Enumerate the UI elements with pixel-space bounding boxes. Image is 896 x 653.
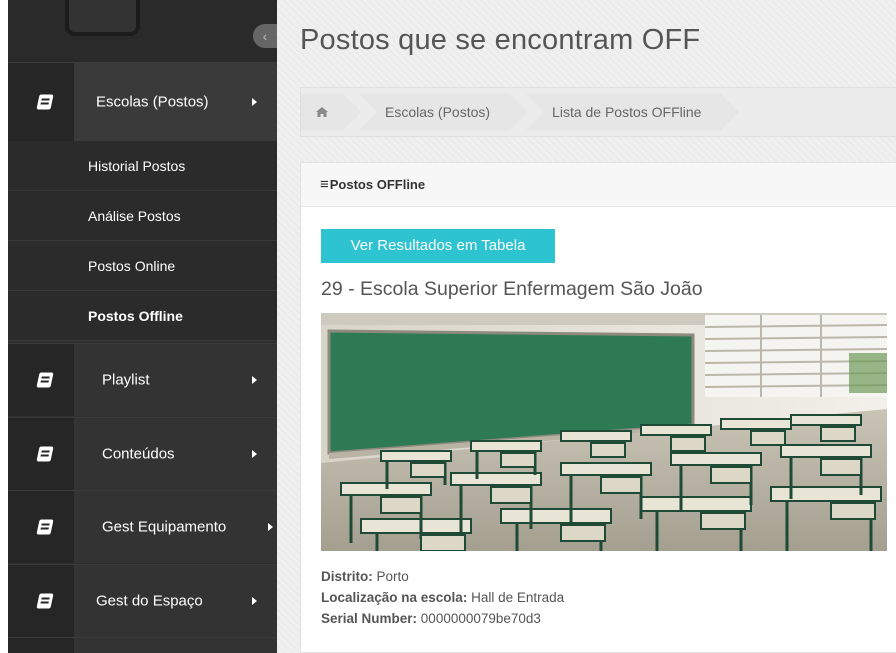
- sidebar-subitem-analise[interactable]: Análise Postos: [8, 191, 277, 241]
- menu-bars-icon: ≡: [320, 176, 329, 193]
- sidebar-subitem-online[interactable]: Postos Online: [8, 241, 277, 291]
- submenu-escolas: Historial Postos Análise Postos Postos O…: [8, 141, 277, 341]
- sidebar-item-label: Gest Equipamento: [102, 518, 227, 536]
- chevron-right-icon: [252, 376, 257, 384]
- breadcrumb: Escolas (Postos) Lista de Postos OFFline: [300, 87, 896, 137]
- book-icon: [36, 446, 54, 462]
- chevron-right-icon: [268, 523, 273, 531]
- panel-header-title: Postos OFFline: [329, 177, 426, 192]
- sidebar-item-label: Gest do Espaço: [96, 592, 203, 610]
- info-localizacao: Localização na escola: Hall de Entrada: [321, 590, 565, 605]
- book-icon: [36, 593, 54, 609]
- chevron-right-icon: [252, 450, 257, 458]
- sidebar-item-label: Playlist: [102, 371, 150, 389]
- sidebar-item-conteudos[interactable]: Conteúdos: [8, 417, 277, 490]
- breadcrumb-escolas[interactable]: Escolas (Postos): [359, 94, 529, 130]
- logo: [65, 0, 140, 36]
- sidebar-item-gest-espaco[interactable]: Gest do Espaço: [8, 564, 277, 637]
- sidebar-item-escolas[interactable]: Escolas (Postos): [8, 62, 277, 141]
- sidebar-item-label: Escolas (Postos): [96, 93, 209, 111]
- breadcrumb-lista-offline[interactable]: Lista de Postos OFFline: [526, 94, 740, 130]
- sidebar: ‹ Escolas (Postos) Historial Postos Anál…: [8, 0, 277, 653]
- panel-postos-offline: ≡Postos OFFline Ver Resultados em Tabela…: [300, 162, 896, 653]
- page-title: Postos que se encontram OFF: [300, 24, 701, 56]
- sidebar-item-playlist[interactable]: Playlist: [8, 343, 277, 416]
- book-icon: [36, 372, 54, 388]
- view-table-button[interactable]: Ver Resultados em Tabela: [321, 229, 555, 263]
- info-distrito: Distrito: Porto: [321, 569, 409, 584]
- chevron-left-icon[interactable]: ‹: [253, 24, 277, 48]
- school-info: Distrito: Porto Localização na escola: H…: [321, 566, 564, 629]
- chevron-right-icon: [252, 98, 257, 106]
- sidebar-item-label: Conteúdos: [102, 445, 175, 463]
- sidebar-header: ‹: [8, 0, 277, 62]
- info-serial: Serial Number: 0000000079be70d3: [321, 611, 541, 626]
- sidebar-subitem-historial[interactable]: Historial Postos: [8, 141, 277, 191]
- chevron-right-icon: [252, 597, 257, 605]
- sidebar-item-next: [8, 637, 277, 653]
- book-icon: [36, 519, 54, 535]
- book-icon: [36, 94, 54, 110]
- sidebar-subitem-offline[interactable]: Postos Offline: [8, 291, 277, 341]
- school-title: 29 - Escola Superior Enfermagem São João: [321, 278, 703, 300]
- panel-header: ≡Postos OFFline: [301, 163, 896, 207]
- main-content: Postos que se encontram OFF Escolas (Pos…: [277, 0, 896, 653]
- classroom-photo: [321, 313, 887, 551]
- sidebar-item-gest-equipamento[interactable]: Gest Equipamento: [8, 490, 277, 563]
- home-icon: [316, 107, 328, 117]
- breadcrumb-home[interactable]: [301, 88, 361, 136]
